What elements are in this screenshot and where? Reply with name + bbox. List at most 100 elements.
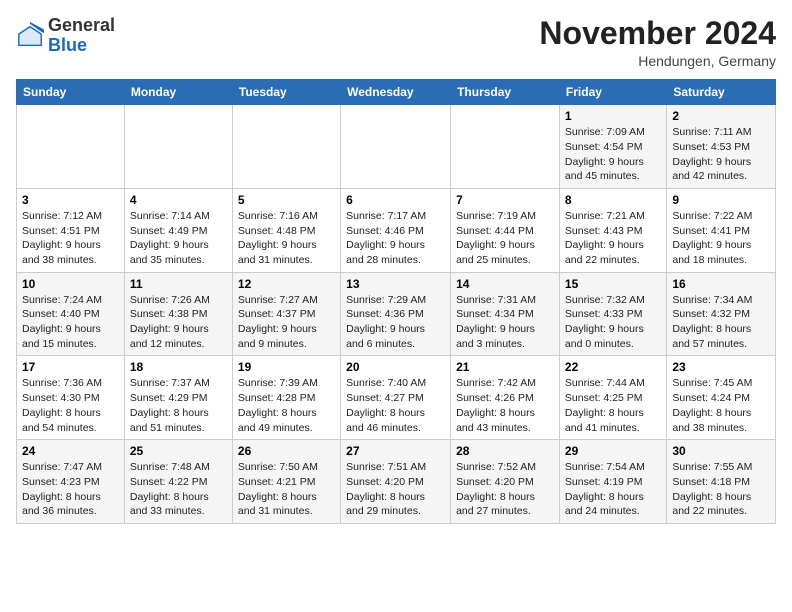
calendar-cell: 16 Sunrise: 7:34 AMSunset: 4:32 PMDayligh… (667, 272, 776, 356)
day-info: Sunrise: 7:44 AMSunset: 4:25 PMDaylight:… (565, 376, 661, 435)
day-number: 23 (672, 360, 770, 374)
calendar-cell: 17 Sunrise: 7:36 AMSunset: 4:30 PMDayligh… (17, 356, 125, 440)
logo: General Blue (16, 16, 115, 56)
day-number: 21 (456, 360, 554, 374)
day-number: 26 (238, 444, 335, 458)
day-number: 4 (130, 193, 227, 207)
calendar-header-wednesday: Wednesday (341, 80, 451, 105)
day-number: 5 (238, 193, 335, 207)
day-info: Sunrise: 7:22 AMSunset: 4:41 PMDaylight:… (672, 209, 770, 268)
day-info: Sunrise: 7:48 AMSunset: 4:22 PMDaylight:… (130, 460, 227, 519)
day-number: 15 (565, 277, 661, 291)
day-info: Sunrise: 7:09 AMSunset: 4:54 PMDaylight:… (565, 125, 661, 184)
day-info: Sunrise: 7:45 AMSunset: 4:24 PMDaylight:… (672, 376, 770, 435)
calendar-week-row: 17 Sunrise: 7:36 AMSunset: 4:30 PMDayligh… (17, 356, 776, 440)
calendar-cell: 23 Sunrise: 7:45 AMSunset: 4:24 PMDayligh… (667, 356, 776, 440)
calendar-header-row: SundayMondayTuesdayWednesdayThursdayFrid… (17, 80, 776, 105)
calendar-cell: 10Sunrise: 7:24 AMSunset: 4:40 PMDayligh… (17, 272, 125, 356)
day-info: Sunrise: 7:21 AMSunset: 4:43 PMDaylight:… (565, 209, 661, 268)
month-title: November 2024 (539, 16, 776, 51)
calendar-cell: 5 Sunrise: 7:16 AMSunset: 4:48 PMDaylight… (232, 188, 340, 272)
calendar-cell (124, 105, 232, 189)
logo-general-text: General (48, 15, 115, 35)
calendar-cell: 11 Sunrise: 7:26 AMSunset: 4:38 PMDayligh… (124, 272, 232, 356)
calendar-cell: 29 Sunrise: 7:54 AMSunset: 4:19 PMDayligh… (559, 440, 666, 524)
calendar-cell: 18 Sunrise: 7:37 AMSunset: 4:29 PMDayligh… (124, 356, 232, 440)
day-number: 1 (565, 109, 661, 123)
calendar-cell (341, 105, 451, 189)
location-text: Hendungen, Germany (539, 53, 776, 69)
day-info: Sunrise: 7:17 AMSunset: 4:46 PMDaylight:… (346, 209, 445, 268)
calendar-cell: 25Sunrise: 7:48 AMSunset: 4:22 PMDayligh… (124, 440, 232, 524)
day-info: Sunrise: 7:19 AMSunset: 4:44 PMDaylight:… (456, 209, 554, 268)
day-info: Sunrise: 7:54 AMSunset: 4:19 PMDaylight:… (565, 460, 661, 519)
calendar-cell: 12Sunrise: 7:27 AMSunset: 4:37 PMDayligh… (232, 272, 340, 356)
calendar-cell: 24Sunrise: 7:47 AMSunset: 4:23 PMDayligh… (17, 440, 125, 524)
day-number: 20 (346, 360, 445, 374)
calendar-cell: 13 Sunrise: 7:29 AMSunset: 4:36 PMDayligh… (341, 272, 451, 356)
calendar-cell: 9Sunrise: 7:22 AMSunset: 4:41 PMDaylight… (667, 188, 776, 272)
calendar-header-saturday: Saturday (667, 80, 776, 105)
day-info: Sunrise: 7:11 AMSunset: 4:53 PMDaylight:… (672, 125, 770, 184)
day-number: 8 (565, 193, 661, 207)
day-info: Sunrise: 7:16 AMSunset: 4:48 PMDaylight:… (238, 209, 335, 268)
calendar-header-tuesday: Tuesday (232, 80, 340, 105)
day-number: 24 (22, 444, 119, 458)
logo-blue-text: Blue (48, 35, 87, 55)
day-number: 30 (672, 444, 770, 458)
day-info: Sunrise: 7:36 AMSunset: 4:30 PMDaylight:… (22, 376, 119, 435)
calendar-cell: 27Sunrise: 7:51 AMSunset: 4:20 PMDayligh… (341, 440, 451, 524)
day-info: Sunrise: 7:32 AMSunset: 4:33 PMDaylight:… (565, 293, 661, 352)
day-info: Sunrise: 7:26 AMSunset: 4:38 PMDaylight:… (130, 293, 227, 352)
day-number: 12 (238, 277, 335, 291)
calendar-cell: 28 Sunrise: 7:52 AMSunset: 4:20 PMDayligh… (451, 440, 560, 524)
day-number: 28 (456, 444, 554, 458)
calendar-cell: 2Sunrise: 7:11 AMSunset: 4:53 PMDaylight… (667, 105, 776, 189)
day-number: 7 (456, 193, 554, 207)
calendar-week-row: 3Sunrise: 7:12 AMSunset: 4:51 PMDaylight… (17, 188, 776, 272)
calendar-cell: 15 Sunrise: 7:32 AMSunset: 4:33 PMDayligh… (559, 272, 666, 356)
calendar-header-monday: Monday (124, 80, 232, 105)
calendar-header-friday: Friday (559, 80, 666, 105)
day-info: Sunrise: 7:50 AMSunset: 4:21 PMDaylight:… (238, 460, 335, 519)
day-number: 29 (565, 444, 661, 458)
calendar-week-row: 1 Sunrise: 7:09 AMSunset: 4:54 PMDaylight… (17, 105, 776, 189)
calendar-cell (232, 105, 340, 189)
calendar-cell: 6Sunrise: 7:17 AMSunset: 4:46 PMDaylight… (341, 188, 451, 272)
calendar-cell: 3Sunrise: 7:12 AMSunset: 4:51 PMDaylight… (17, 188, 125, 272)
day-info: Sunrise: 7:34 AMSunset: 4:32 PMDaylight:… (672, 293, 770, 352)
calendar-cell: 4 Sunrise: 7:14 AMSunset: 4:49 PMDaylight… (124, 188, 232, 272)
calendar-cell: 26 Sunrise: 7:50 AMSunset: 4:21 PMDayligh… (232, 440, 340, 524)
day-number: 19 (238, 360, 335, 374)
day-number: 13 (346, 277, 445, 291)
calendar-cell: 1 Sunrise: 7:09 AMSunset: 4:54 PMDaylight… (559, 105, 666, 189)
day-number: 11 (130, 277, 227, 291)
day-number: 18 (130, 360, 227, 374)
day-info: Sunrise: 7:12 AMSunset: 4:51 PMDaylight:… (22, 209, 119, 268)
day-info: Sunrise: 7:29 AMSunset: 4:36 PMDaylight:… (346, 293, 445, 352)
day-number: 17 (22, 360, 119, 374)
calendar-cell: 8 Sunrise: 7:21 AMSunset: 4:43 PMDaylight… (559, 188, 666, 272)
day-info: Sunrise: 7:14 AMSunset: 4:49 PMDaylight:… (130, 209, 227, 268)
calendar-cell (451, 105, 560, 189)
calendar-cell: 22 Sunrise: 7:44 AMSunset: 4:25 PMDayligh… (559, 356, 666, 440)
calendar-header-sunday: Sunday (17, 80, 125, 105)
calendar-cell: 21Sunrise: 7:42 AMSunset: 4:26 PMDayligh… (451, 356, 560, 440)
day-info: Sunrise: 7:55 AMSunset: 4:18 PMDaylight:… (672, 460, 770, 519)
day-info: Sunrise: 7:24 AMSunset: 4:40 PMDaylight:… (22, 293, 119, 352)
day-number: 14 (456, 277, 554, 291)
day-info: Sunrise: 7:51 AMSunset: 4:20 PMDaylight:… (346, 460, 445, 519)
calendar-cell: 14Sunrise: 7:31 AMSunset: 4:34 PMDayligh… (451, 272, 560, 356)
logo-icon (16, 22, 44, 50)
calendar-week-row: 24Sunrise: 7:47 AMSunset: 4:23 PMDayligh… (17, 440, 776, 524)
page-header: General Blue November 2024 Hendungen, Ge… (16, 16, 776, 69)
calendar-week-row: 10Sunrise: 7:24 AMSunset: 4:40 PMDayligh… (17, 272, 776, 356)
logo-text: General Blue (48, 16, 115, 56)
day-info: Sunrise: 7:39 AMSunset: 4:28 PMDaylight:… (238, 376, 335, 435)
day-number: 16 (672, 277, 770, 291)
day-info: Sunrise: 7:37 AMSunset: 4:29 PMDaylight:… (130, 376, 227, 435)
day-info: Sunrise: 7:40 AMSunset: 4:27 PMDaylight:… (346, 376, 445, 435)
calendar-cell (17, 105, 125, 189)
day-number: 22 (565, 360, 661, 374)
day-info: Sunrise: 7:52 AMSunset: 4:20 PMDaylight:… (456, 460, 554, 519)
